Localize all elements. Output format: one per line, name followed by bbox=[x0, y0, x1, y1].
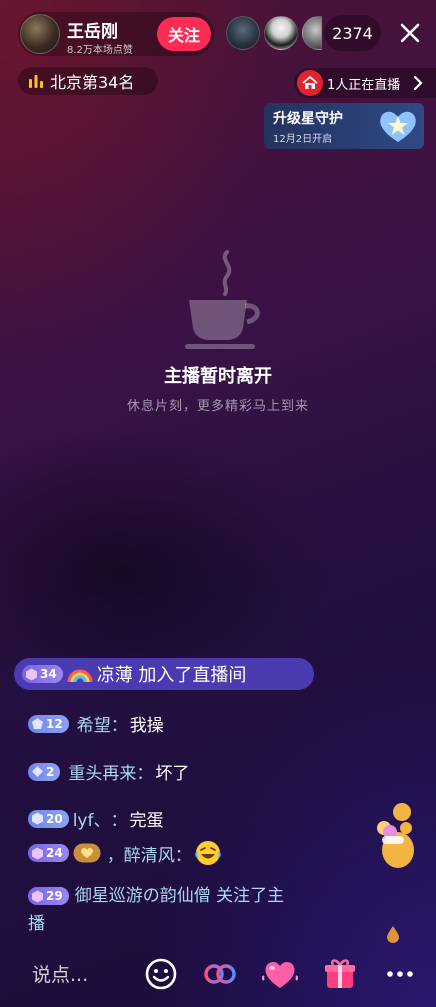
chat-message[interactable]: 20 lyf、 ： 完蛋 bbox=[28, 806, 163, 831]
fan-club-badge-icon bbox=[73, 843, 101, 863]
follow-button[interactable]: 关注 bbox=[157, 17, 211, 51]
bear-gift-icon[interactable] bbox=[376, 798, 416, 870]
level-number: 20 bbox=[46, 811, 63, 826]
chat-text: 完蛋 bbox=[129, 811, 164, 831]
live-notice-text: 1人正在直播 bbox=[327, 78, 401, 93]
gem-icon bbox=[32, 718, 43, 729]
chat-message[interactable]: 24 ，醉清风 ： bbox=[28, 839, 222, 867]
live-notice[interactable]: 1人正在直播 bbox=[294, 68, 436, 98]
host-away-subtitle: 休息片刻，更多精彩马上到来 bbox=[126, 399, 309, 414]
level-number: 24 bbox=[46, 846, 63, 860]
guardian-title: 升级星守护 bbox=[273, 111, 343, 127]
chat-message[interactable]: 29 御星巡游の韵仙僧 关注了主播 bbox=[28, 882, 288, 938]
comment-input[interactable]: 说点... bbox=[32, 960, 88, 987]
rank-badge[interactable]: 北京第34名 bbox=[18, 67, 158, 95]
chat-text: 我操 bbox=[129, 716, 164, 736]
ranking-bars-icon bbox=[29, 75, 43, 88]
level-number: 34 bbox=[40, 667, 57, 681]
join-text: 凉薄 加入了直播间 bbox=[96, 665, 247, 686]
host-likes: 8.2万本场点赞 bbox=[67, 45, 133, 56]
host-avatar[interactable] bbox=[20, 14, 60, 54]
level-badge: 29 bbox=[28, 887, 69, 905]
chat-username[interactable]: 御星巡游の韵仙僧 bbox=[75, 886, 211, 906]
chat-separator: ： bbox=[174, 845, 192, 866]
level-badge: 24 bbox=[28, 844, 69, 862]
gem-icon bbox=[26, 668, 37, 680]
level-badge: 12 bbox=[28, 714, 69, 733]
host-away-title: 主播暂时离开 bbox=[164, 366, 272, 387]
gem-icon bbox=[32, 847, 43, 859]
chat-username[interactable]: lyf、 bbox=[73, 806, 111, 831]
star-heart-icon bbox=[380, 111, 416, 142]
more-icon[interactable] bbox=[382, 956, 418, 992]
interaction-link-icon[interactable] bbox=[202, 956, 238, 992]
viewer-avatar[interactable] bbox=[302, 16, 322, 50]
level-badge: 2 bbox=[28, 762, 61, 781]
viewer-count[interactable]: 2374 bbox=[324, 15, 381, 51]
viewer-avatar[interactable] bbox=[226, 16, 260, 50]
chat-message[interactable]: 12 希望 ： 我操 bbox=[28, 711, 164, 736]
level-number: 2 bbox=[46, 764, 55, 779]
rank-label: 北京第34名 bbox=[50, 73, 135, 92]
level-number: 29 bbox=[46, 889, 63, 903]
coffee-cup-icon bbox=[185, 250, 260, 349]
drop-icon bbox=[387, 926, 399, 943]
heart-gift-icon[interactable] bbox=[262, 956, 298, 992]
gem-icon bbox=[32, 812, 43, 825]
chat-username[interactable]: 希望 bbox=[77, 711, 111, 736]
level-badge: 20 bbox=[28, 809, 69, 828]
rainbow-icon bbox=[67, 669, 93, 683]
emoji-icon[interactable] bbox=[143, 956, 179, 992]
viewer-avatar[interactable] bbox=[264, 16, 298, 50]
level-number: 12 bbox=[46, 716, 63, 731]
laughing-emoji-icon bbox=[194, 841, 221, 865]
star-guardian-banner[interactable]: 升级星守护 12月2日开启 bbox=[264, 103, 424, 149]
level-badge: 34 bbox=[22, 665, 63, 683]
guardian-date: 12月2日开启 bbox=[273, 134, 333, 145]
chat-text: 坏了 bbox=[155, 764, 190, 784]
chat-message[interactable]: 2 重头再来 ： 坏了 bbox=[28, 759, 189, 784]
live-house-icon bbox=[297, 70, 323, 96]
chat-separator: ： bbox=[110, 716, 128, 736]
gem-icon bbox=[32, 766, 43, 777]
join-notification: 34 凉薄 加入了直播间 bbox=[14, 658, 314, 690]
host-name: 王岳刚 bbox=[67, 22, 118, 42]
chat-username[interactable]: ，醉清风 bbox=[107, 841, 175, 866]
close-icon[interactable] bbox=[398, 21, 422, 45]
chat-separator: ： bbox=[110, 811, 128, 831]
chat-username[interactable]: 重头再来 bbox=[68, 759, 136, 784]
chevron-right-icon bbox=[413, 75, 423, 91]
chat-separator: ： bbox=[136, 764, 154, 784]
gift-icon[interactable] bbox=[322, 956, 358, 992]
gem-icon bbox=[32, 890, 43, 902]
